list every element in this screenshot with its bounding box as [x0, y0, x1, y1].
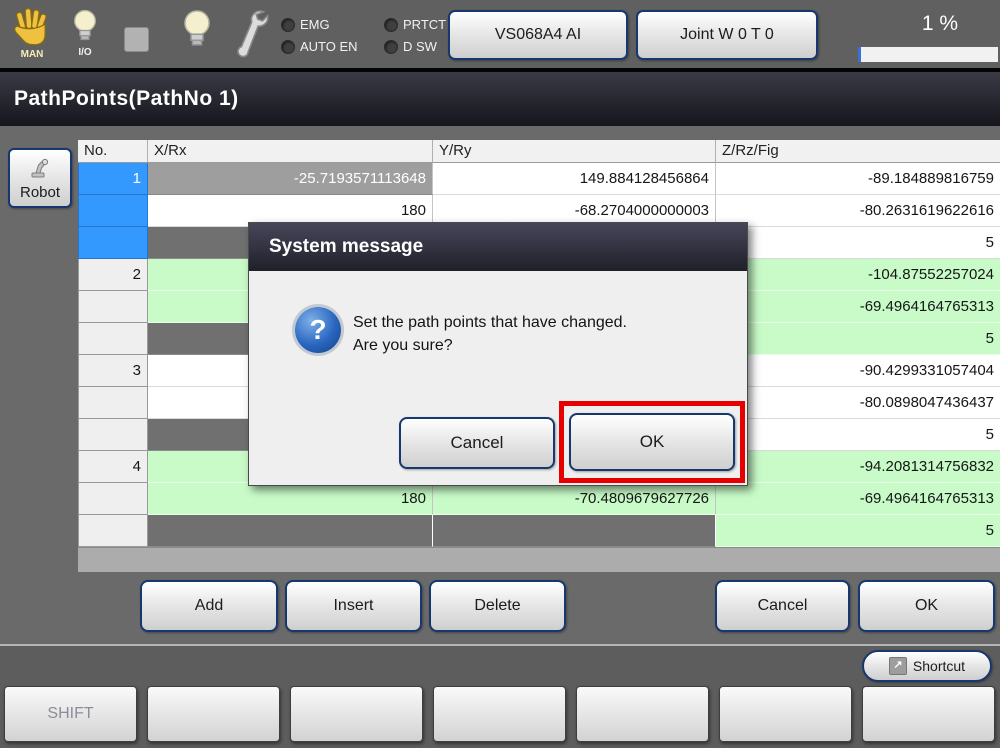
lamp-button[interactable] [182, 8, 212, 55]
wrench-icon[interactable] [232, 8, 270, 65]
sidebar-robot-button[interactable]: Robot [8, 148, 72, 208]
question-mark-icon: ? [295, 307, 341, 353]
cell-x[interactable]: 180 [148, 483, 433, 515]
function-key-row: SHIFT [0, 686, 1000, 748]
function-key-shift[interactable]: SHIFT [4, 686, 137, 742]
speed-percent-label: 1 % [895, 12, 985, 36]
table-row: 180-70.4809679627726-69.4964164765313 [78, 483, 1000, 515]
cell-z[interactable]: -104.87552257024 [716, 259, 1000, 291]
io-monitor-button[interactable]: I/O [72, 8, 98, 58]
cell-z[interactable]: -69.4964164765313 [716, 483, 1000, 515]
insert-button[interactable]: Insert [285, 580, 422, 632]
lamp-icon [72, 8, 98, 49]
cell-x[interactable]: -25.7193571113648 [148, 163, 433, 195]
cell-z[interactable]: 5 [716, 323, 1000, 355]
man-caption: MAN [21, 49, 44, 60]
dialog-ok-button[interactable]: OK [569, 413, 735, 471]
function-key-blank-6[interactable] [862, 686, 995, 742]
dialog-title-bar: System message [249, 223, 747, 271]
table-row: 1-25.7193571113648149.884128456864-89.18… [78, 163, 1000, 195]
prtct-led-icon [384, 18, 398, 32]
header-z-rz-fig: Z/Rz/Fig [716, 140, 1000, 163]
shortcut-label: Shortcut [913, 658, 965, 674]
dialog-message-line1: Set the path points that have changed. [353, 311, 713, 334]
cell-no[interactable] [78, 483, 148, 515]
led-d-sw: D SW [384, 39, 437, 54]
shortcut-arrow-icon: ↗ [889, 657, 907, 675]
shortcut-button[interactable]: ↗ Shortcut [862, 650, 992, 682]
page-title-bar: PathPoints(PathNo 1) [0, 72, 1000, 126]
cell-no[interactable] [78, 195, 148, 227]
table-row: 5 [78, 515, 1000, 547]
cell-z[interactable]: 5 [716, 515, 1000, 547]
auto-en-led-icon [281, 40, 295, 54]
cell-no[interactable] [78, 227, 148, 259]
function-key-blank-5[interactable] [719, 686, 852, 742]
ok-button[interactable]: OK [858, 580, 995, 632]
lamp-icon [182, 8, 212, 55]
cell-no[interactable] [78, 323, 148, 355]
speed-progress-fill [858, 47, 861, 62]
cell-z[interactable]: -80.0898047436437 [716, 387, 1000, 419]
led-emg: EMG [281, 17, 330, 32]
emg-led-icon [281, 18, 295, 32]
cell-z[interactable]: 5 [716, 419, 1000, 451]
cell-no[interactable] [78, 419, 148, 451]
table-horizontal-scrollbar[interactable] [78, 547, 1000, 572]
header-y-ry: Y/Ry [433, 140, 716, 163]
top-status-bar: MAN I/O EMG AUTO EN [0, 0, 1000, 68]
cell-y[interactable]: -70.4809679627726 [433, 483, 716, 515]
delete-button[interactable]: Delete [429, 580, 566, 632]
header-no: No. [78, 140, 148, 163]
cell-no[interactable] [78, 515, 148, 547]
cell-no[interactable] [78, 387, 148, 419]
cell-x[interactable] [148, 515, 433, 547]
cell-z[interactable]: -80.2631619622616 [716, 195, 1000, 227]
function-key-blank-3[interactable] [433, 686, 566, 742]
dialog-message: Set the path points that have changed. A… [353, 311, 713, 357]
add-button[interactable]: Add [140, 580, 278, 632]
function-key-blank-2[interactable] [290, 686, 423, 742]
page-title: PathPoints(PathNo 1) [0, 87, 239, 111]
io-caption: I/O [78, 47, 91, 58]
led-auto-en: AUTO EN [281, 39, 358, 54]
function-key-blank-1[interactable] [147, 686, 280, 742]
manual-mode-button[interactable]: MAN [12, 6, 52, 60]
cell-z[interactable]: -89.184889816759 [716, 163, 1000, 195]
speed-progress-bar [858, 47, 998, 62]
cell-no[interactable]: 4 [78, 451, 148, 483]
cell-z[interactable]: -90.4299331057404 [716, 355, 1000, 387]
cell-z[interactable]: -69.4964164765313 [716, 291, 1000, 323]
cell-no[interactable] [78, 291, 148, 323]
dialog-title: System message [249, 236, 423, 258]
cell-z[interactable]: -94.2081314756832 [716, 451, 1000, 483]
table-header-row: No. X/Rx Y/Ry Z/Rz/Fig [78, 140, 1000, 163]
cell-no[interactable]: 2 [78, 259, 148, 291]
cell-y[interactable]: 149.884128456864 [433, 163, 716, 195]
mode-button[interactable]: Joint W 0 T 0 [636, 10, 818, 60]
cell-no[interactable]: 1 [78, 163, 148, 195]
dialog-message-line2: Are you sure? [353, 334, 713, 357]
robot-button-label: Robot [20, 184, 60, 201]
stop-square-icon[interactable] [124, 27, 149, 52]
cell-y[interactable] [433, 515, 716, 547]
hand-icon [12, 6, 52, 51]
system-message-dialog: System message ? Set the path points tha… [248, 222, 748, 486]
robot-arm-icon [27, 156, 53, 184]
d-sw-led-icon [384, 40, 398, 54]
dialog-cancel-button[interactable]: Cancel [399, 417, 555, 469]
cancel-button[interactable]: Cancel [715, 580, 850, 632]
function-key-blank-4[interactable] [576, 686, 709, 742]
cell-no[interactable]: 3 [78, 355, 148, 387]
cell-z[interactable]: 5 [716, 227, 1000, 259]
led-prtct: PRTCT [384, 17, 446, 32]
robot-model-button[interactable]: VS068A4 AI [448, 10, 628, 60]
header-x-rx: X/Rx [148, 140, 433, 163]
